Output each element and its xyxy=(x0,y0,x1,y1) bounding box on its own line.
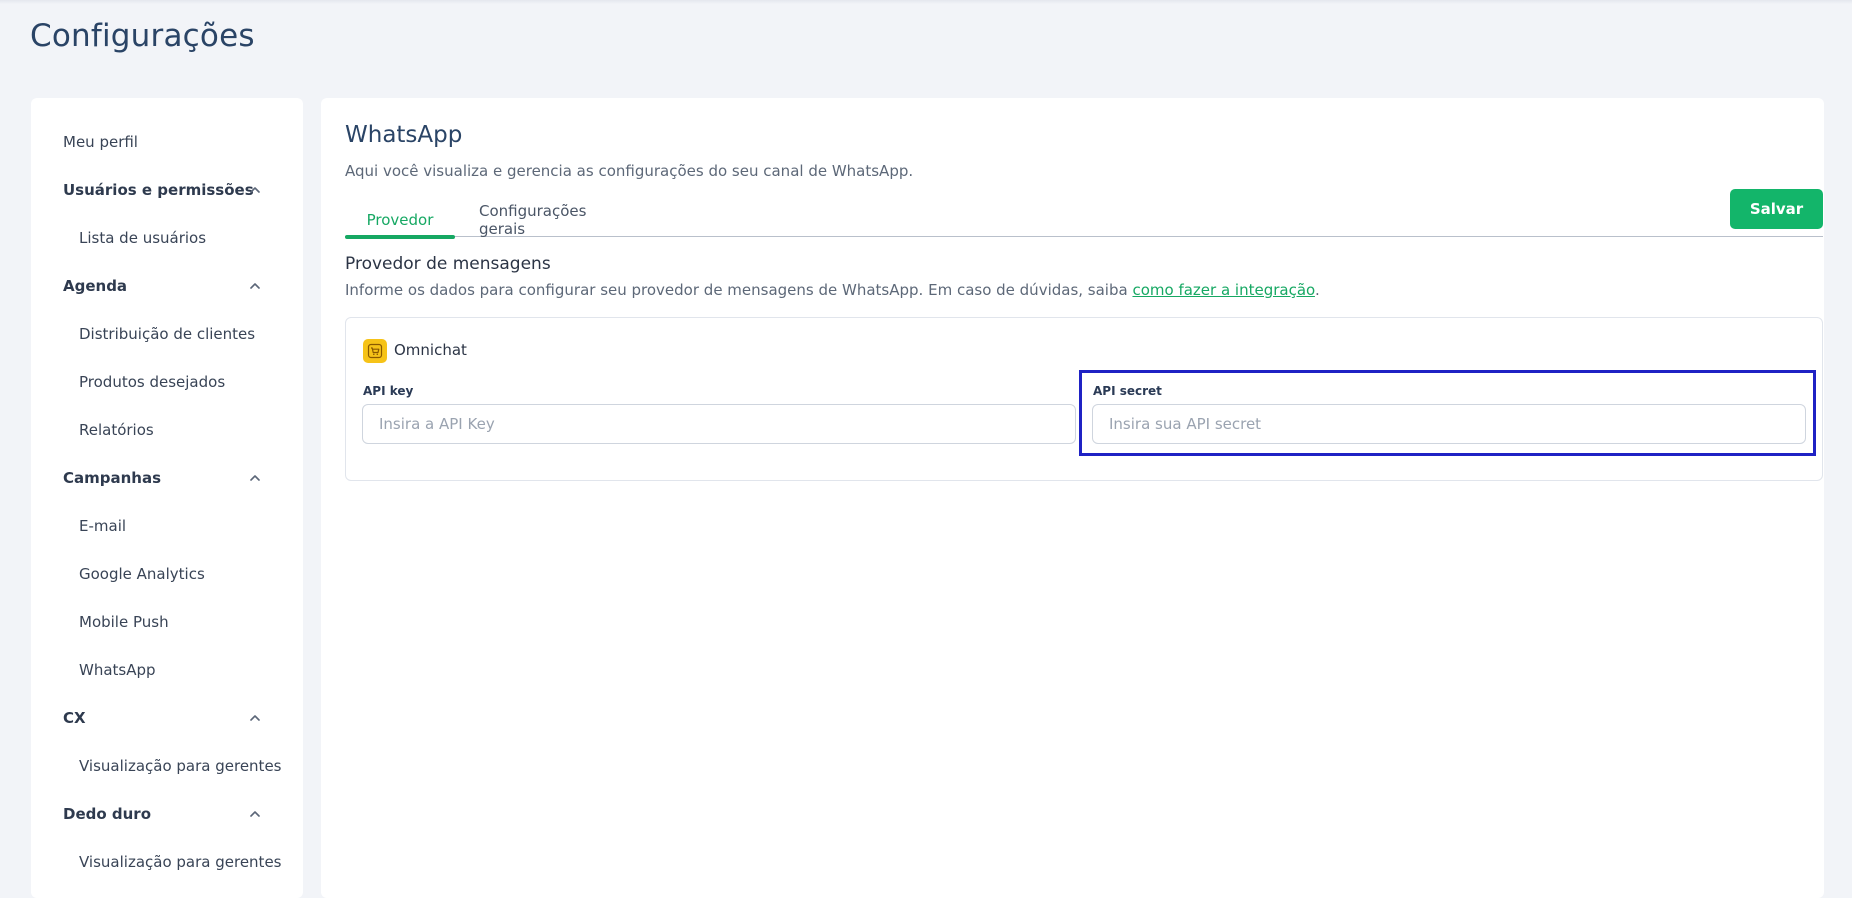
sidebar-item-label: Lista de usuários xyxy=(79,229,207,247)
sidebar-item-label: Visualização para gerentes xyxy=(79,757,282,775)
sidebar-item-label: Visualização para gerentes xyxy=(79,853,282,871)
page-title: Configurações xyxy=(30,18,255,54)
sidebar-section-dedo-duro[interactable]: Dedo duro xyxy=(31,796,303,832)
top-shadow xyxy=(0,0,1852,4)
api-secret-label: API secret xyxy=(1093,384,1162,398)
sidebar-item-meu-perfil[interactable]: Meu perfil xyxy=(31,124,303,160)
settings-sidebar: Meu perfil Usuários e permissões Lista d… xyxy=(31,98,303,898)
sidebar-item-produtos-desejados[interactable]: Produtos desejados xyxy=(31,364,303,400)
sidebar-item-whatsapp[interactable]: WhatsApp xyxy=(31,652,303,688)
cart-icon xyxy=(367,343,383,359)
whatsapp-settings-panel: WhatsApp Aqui você visualiza e gerencia … xyxy=(321,98,1824,898)
chevron-up-icon xyxy=(250,187,260,193)
sidebar-item-relatorios[interactable]: Relatórios xyxy=(31,412,303,448)
sidebar-item-label: Distribuição de clientes xyxy=(79,325,256,343)
provider-name: Omnichat xyxy=(394,341,467,359)
sidebar-section-campanhas[interactable]: Campanhas xyxy=(31,460,303,496)
sidebar-item-label: WhatsApp xyxy=(79,661,156,679)
sidebar-section-label: Campanhas xyxy=(63,469,162,487)
api-key-label: API key xyxy=(363,384,414,398)
sidebar-section-label: Agenda xyxy=(63,277,128,295)
chevron-up-icon xyxy=(250,475,260,481)
sidebar-section-agenda[interactable]: Agenda xyxy=(31,268,303,304)
sidebar-item-cx-visualizacao-gerentes[interactable]: Visualização para gerentes xyxy=(31,748,303,784)
provider-logo xyxy=(363,339,387,363)
sidebar-item-label: Relatórios xyxy=(79,421,154,439)
section-description: Aqui você visualiza e gerencia as config… xyxy=(345,162,914,180)
provider-section-description: Informe os dados para configurar seu pro… xyxy=(345,281,1320,299)
sidebar-item-lista-de-usuarios[interactable]: Lista de usuários xyxy=(31,220,303,256)
api-secret-input[interactable] xyxy=(1092,404,1806,444)
sidebar-item-mobile-push[interactable]: Mobile Push xyxy=(31,604,303,640)
sidebar-section-label: CX xyxy=(63,709,86,727)
chevron-up-icon xyxy=(250,811,260,817)
chevron-up-icon xyxy=(250,283,260,289)
sidebar-item-email[interactable]: E-mail xyxy=(31,508,303,544)
provider-description-end: . xyxy=(1314,281,1320,299)
provider-section-title: Provedor de mensagens xyxy=(345,254,551,274)
sidebar-section-usuarios[interactable]: Usuários e permissões xyxy=(31,172,303,208)
sidebar-section-label: Usuários e permissões xyxy=(63,181,254,199)
provider-description-text: Informe os dados para configurar seu pro… xyxy=(345,281,1133,299)
sidebar-item-dedo-duro-visualizacao-gerentes[interactable]: Visualização para gerentes xyxy=(31,844,303,880)
section-heading: WhatsApp xyxy=(345,122,463,148)
tab-configuracoes-gerais[interactable]: Configurações gerais xyxy=(479,202,631,238)
sidebar-item-label: Mobile Push xyxy=(79,613,169,631)
api-key-input[interactable] xyxy=(362,404,1076,444)
sidebar-section-label: Dedo duro xyxy=(63,805,152,823)
tab-bar: Provedor Configurações gerais xyxy=(345,202,1823,239)
sidebar-item-label: Google Analytics xyxy=(79,565,205,583)
provider-card: Omnichat API key API secret xyxy=(345,317,1823,481)
sidebar-item-label: Produtos desejados xyxy=(79,373,226,391)
sidebar-item-distribuicao-de-clientes[interactable]: Distribuição de clientes xyxy=(31,316,303,352)
chevron-up-icon xyxy=(250,715,260,721)
tab-provedor[interactable]: Provedor xyxy=(345,202,455,239)
sidebar-item-google-analytics[interactable]: Google Analytics xyxy=(31,556,303,592)
sidebar-item-label: Meu perfil xyxy=(63,133,138,151)
sidebar-section-cx[interactable]: CX xyxy=(31,700,303,736)
sidebar-item-label: E-mail xyxy=(79,517,127,535)
integration-help-link[interactable]: como fazer a integração xyxy=(1132,281,1314,299)
